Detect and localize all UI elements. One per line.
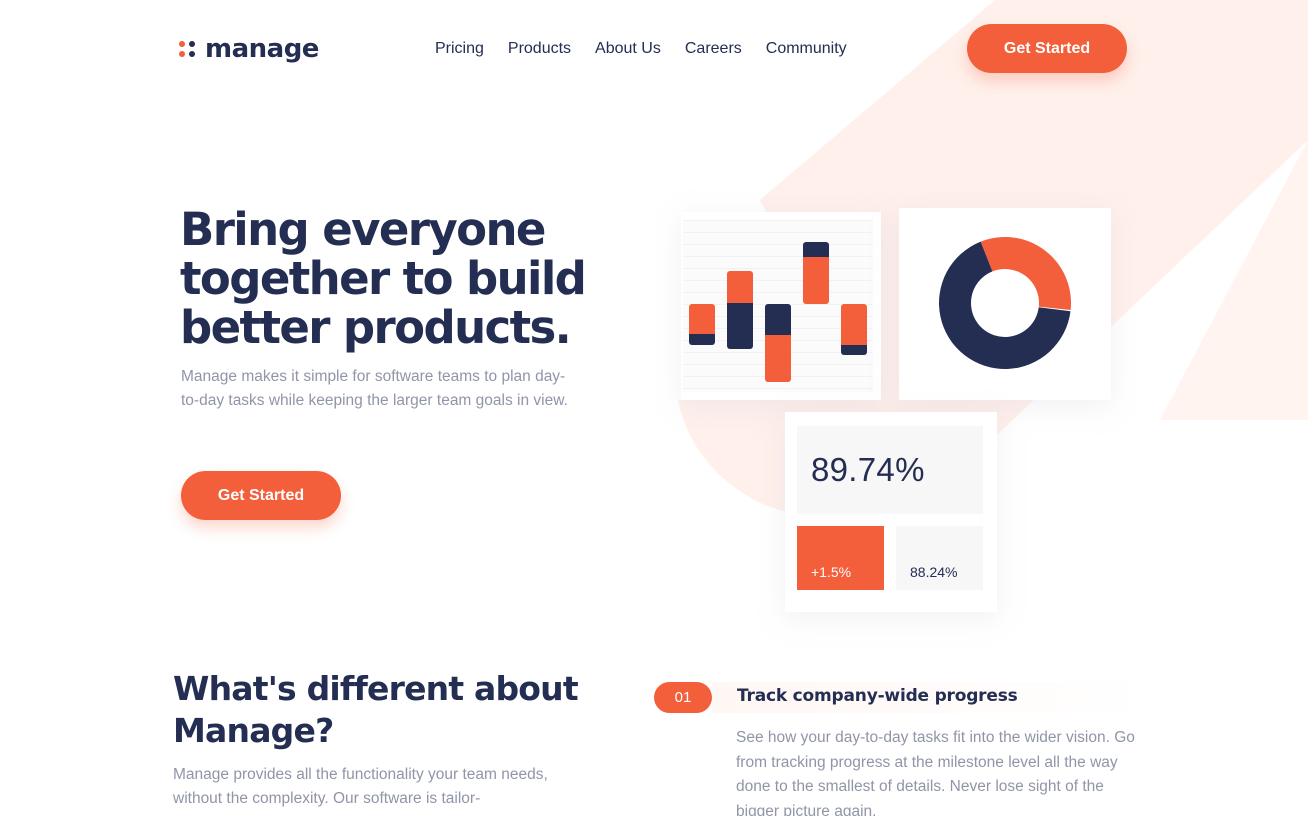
main-nav: Pricing Products About Us Careers Commun… <box>435 38 847 60</box>
nav-item-careers[interactable]: Careers <box>685 38 742 60</box>
nav-item-community[interactable]: Community <box>766 38 847 60</box>
bar-chart-card <box>681 212 881 400</box>
nav-item-about-us[interactable]: About Us <box>595 38 661 60</box>
features-description: Manage provides all the functionality yo… <box>173 766 548 807</box>
features-heading: What's different about Manage? <box>173 669 579 750</box>
nav-item-pricing[interactable]: Pricing <box>435 38 484 60</box>
bar-4 <box>803 242 829 304</box>
feature-description: See how your day-to-day tasks fit into t… <box>736 729 1135 816</box>
donut-chart <box>939 237 1071 369</box>
feature-title: Track company-wide progress <box>737 686 1018 706</box>
bar-3 <box>765 304 791 382</box>
four-dots-icon <box>179 41 197 59</box>
secondary-stat-value: 88.24% <box>896 526 983 590</box>
stats-card: 89.74% +1.5% 88.24% <box>785 412 997 612</box>
hero-description: Manage makes it simple for software team… <box>181 368 568 409</box>
primary-stat-value: 89.74% <box>797 426 983 514</box>
landing-page: manage Pricing Products About Us Careers… <box>0 0 1308 816</box>
hero-get-started-button[interactable]: Get Started <box>181 471 341 520</box>
feature-number-badge: 01 <box>654 682 712 713</box>
donut-slice-orange <box>980 237 1071 310</box>
hero-title: Bring everyone together to build better … <box>180 203 587 354</box>
bar-5 <box>841 304 867 355</box>
bar-2 <box>727 271 753 349</box>
bar-1 <box>689 304 715 345</box>
bar-chart-area <box>683 220 873 392</box>
nav-item-products[interactable]: Products <box>508 38 571 60</box>
logo[interactable]: manage <box>179 33 319 65</box>
logo-text: manage <box>205 34 319 64</box>
donut-chart-card <box>899 208 1111 400</box>
change-stat-value: +1.5% <box>797 526 884 590</box>
header-get-started-button[interactable]: Get Started <box>967 24 1127 73</box>
